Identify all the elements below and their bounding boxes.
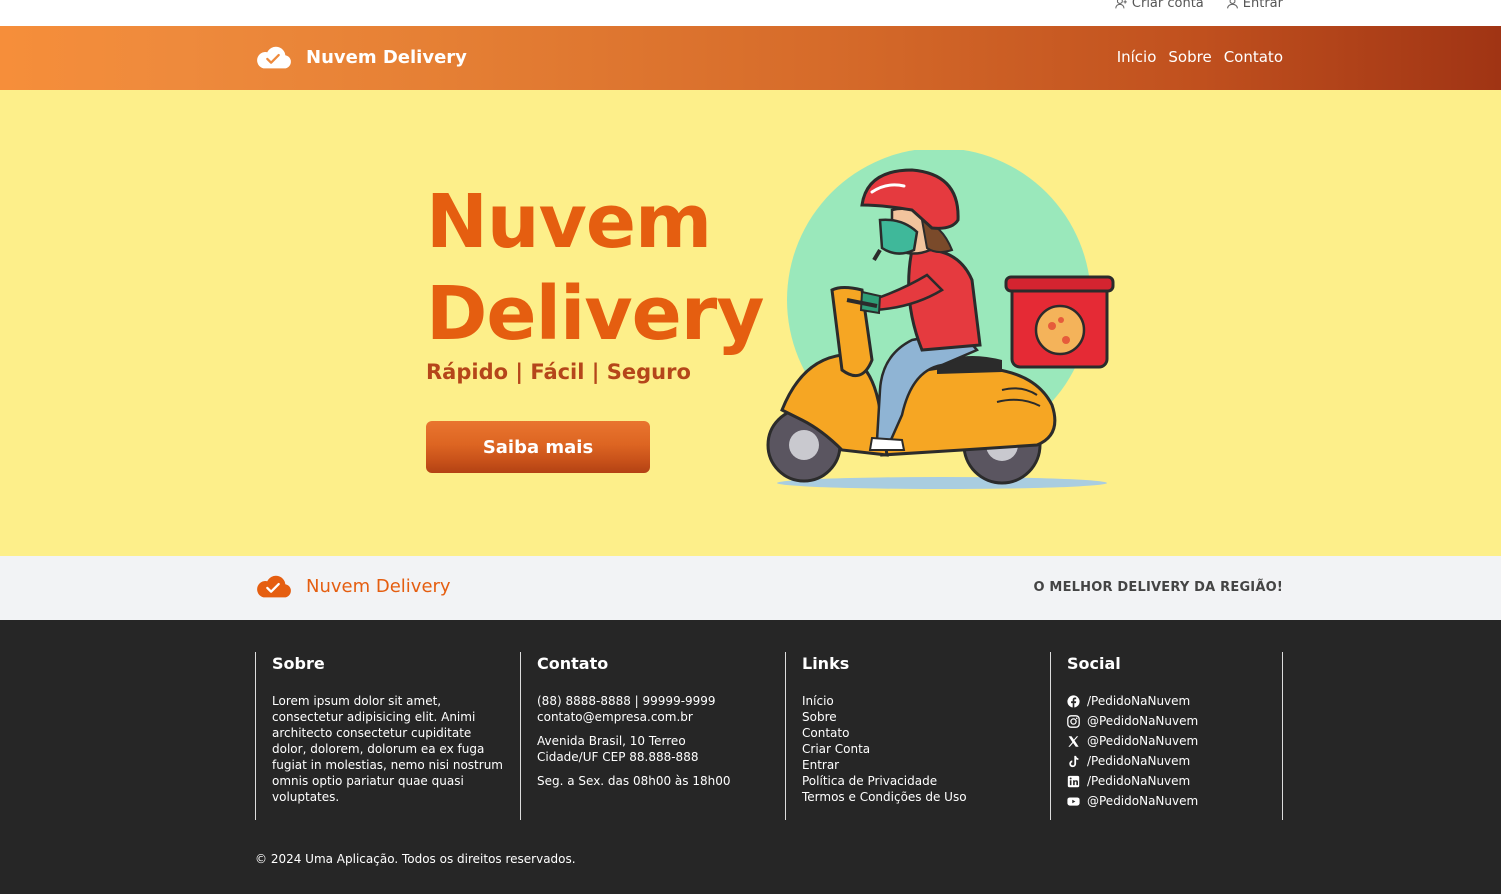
footer-link-privacy[interactable]: Política de Privacidade: [802, 774, 937, 788]
nav-link-inicio[interactable]: Início: [1117, 48, 1157, 66]
social-item-x[interactable]: @PedidoNaNuvem: [1067, 733, 1270, 749]
facebook-icon: [1067, 694, 1080, 708]
social-item-facebook[interactable]: /PedidoNaNuvem: [1067, 693, 1270, 709]
social-label[interactable]: /PedidoNaNuvem: [1087, 693, 1190, 709]
hero-title-line2: Delivery: [426, 271, 765, 357]
footer-columns: Sobre Lorem ipsum dolor sit amet, consec…: [255, 652, 1283, 820]
user-icon: [1226, 0, 1238, 9]
create-account-label: Criar conta: [1131, 0, 1204, 11]
top-utility-bar: Criar conta Entrar: [0, 0, 1501, 26]
footer-link-entrar[interactable]: Entrar: [802, 758, 839, 772]
footer-links-column: Links Início Sobre Contato Criar Conta E…: [785, 652, 1050, 820]
cloud-check-icon: [257, 46, 291, 69]
user-plus-icon: [1115, 0, 1127, 9]
contact-email: contato@empresa.com.br: [537, 710, 693, 724]
create-account-link[interactable]: Criar conta: [1115, 0, 1204, 11]
footer-contact-column: Contato (88) 8888-8888 | 99999-9999 cont…: [520, 652, 785, 820]
contact-address-line1: Avenida Brasil, 10 Terreo: [537, 734, 686, 748]
links-heading: Links: [802, 654, 850, 673]
social-list: /PedidoNaNuvem @PedidoNaNuvem @PedidoNaN…: [1067, 693, 1270, 809]
social-heading: Social: [1067, 654, 1121, 673]
contact-address-line2: Cidade/UF CEP 88.888-888: [537, 750, 699, 764]
linkedin-icon: [1067, 775, 1080, 787]
hero-subtitle: Rápido | Fácil | Seguro: [426, 360, 691, 384]
youtube-icon: [1067, 796, 1080, 806]
contact-hours: Seg. a Sex. das 08h00 às 18h00: [537, 774, 731, 788]
footer-brand-name: Nuvem Delivery: [306, 575, 451, 597]
social-label[interactable]: @PedidoNaNuvem: [1087, 733, 1198, 749]
footer-link-contato[interactable]: Contato: [802, 726, 849, 740]
navbar-menu: Início Sobre Contato: [1117, 48, 1283, 66]
hero-section: Nuvem Delivery Rápido | Fácil | Seguro S…: [0, 90, 1501, 556]
footer-link-sobre[interactable]: Sobre: [802, 710, 837, 724]
main-navbar: Nuvem Delivery Início Sobre Contato: [0, 26, 1501, 90]
about-heading: Sobre: [272, 654, 325, 673]
social-item-linkedin[interactable]: /PedidoNaNuvem: [1067, 773, 1270, 789]
social-item-youtube[interactable]: @PedidoNaNuvem: [1067, 793, 1270, 809]
hero-title-line1: Nuvem: [426, 179, 712, 265]
social-label[interactable]: /PedidoNaNuvem: [1087, 753, 1190, 769]
instagram-icon: [1067, 714, 1080, 728]
cloud-check-icon: [257, 575, 291, 598]
learn-more-button[interactable]: Saiba mais: [426, 421, 650, 473]
footer-link-inicio[interactable]: Início: [802, 694, 834, 708]
delivery-scooter-illustration: [766, 150, 1115, 489]
about-text: Lorem ipsum dolor sit amet, consectetur …: [272, 694, 503, 804]
nav-link-contato[interactable]: Contato: [1224, 48, 1283, 66]
slogan: O MELHOR DELIVERY DA REGIÃO!: [1033, 580, 1283, 595]
contact-heading: Contato: [537, 654, 609, 673]
footer-brand[interactable]: Nuvem Delivery: [254, 572, 451, 600]
login-link[interactable]: Entrar: [1226, 0, 1283, 11]
footer-social-column: Social /PedidoNaNuvem @PedidoNaNuvem @Pe…: [1050, 652, 1283, 820]
contact-phone: (88) 8888-8888 | 99999-9999: [537, 694, 716, 708]
social-item-instagram[interactable]: @PedidoNaNuvem: [1067, 713, 1270, 729]
account-links: Criar conta Entrar: [1115, 0, 1283, 11]
x-icon: [1068, 735, 1079, 747]
copyright: © 2024 Uma Aplicação. Todos os direitos …: [255, 852, 576, 866]
footer-links-list: Início Sobre Contato Criar Conta Entrar …: [802, 693, 1038, 805]
footer-link-terms[interactable]: Termos e Condições de Uso: [802, 790, 967, 804]
hero-title: Nuvem Delivery: [426, 176, 765, 360]
social-label[interactable]: @PedidoNaNuvem: [1087, 793, 1198, 809]
social-item-tiktok[interactable]: /PedidoNaNuvem: [1067, 753, 1270, 769]
social-label[interactable]: @PedidoNaNuvem: [1087, 713, 1198, 729]
footer-about-column: Sobre Lorem ipsum dolor sit amet, consec…: [255, 652, 520, 820]
brand-name: Nuvem Delivery: [306, 46, 467, 68]
footer-brand-band: Nuvem Delivery O MELHOR DELIVERY DA REGI…: [0, 556, 1501, 620]
navbar-brand[interactable]: Nuvem Delivery: [254, 43, 467, 71]
nav-link-sobre[interactable]: Sobre: [1168, 48, 1211, 66]
site-footer: Sobre Lorem ipsum dolor sit amet, consec…: [0, 620, 1501, 894]
login-label: Entrar: [1242, 0, 1283, 11]
social-label[interactable]: /PedidoNaNuvem: [1087, 773, 1190, 789]
footer-link-criar-conta[interactable]: Criar Conta: [802, 742, 870, 756]
tiktok-icon: [1069, 755, 1079, 767]
